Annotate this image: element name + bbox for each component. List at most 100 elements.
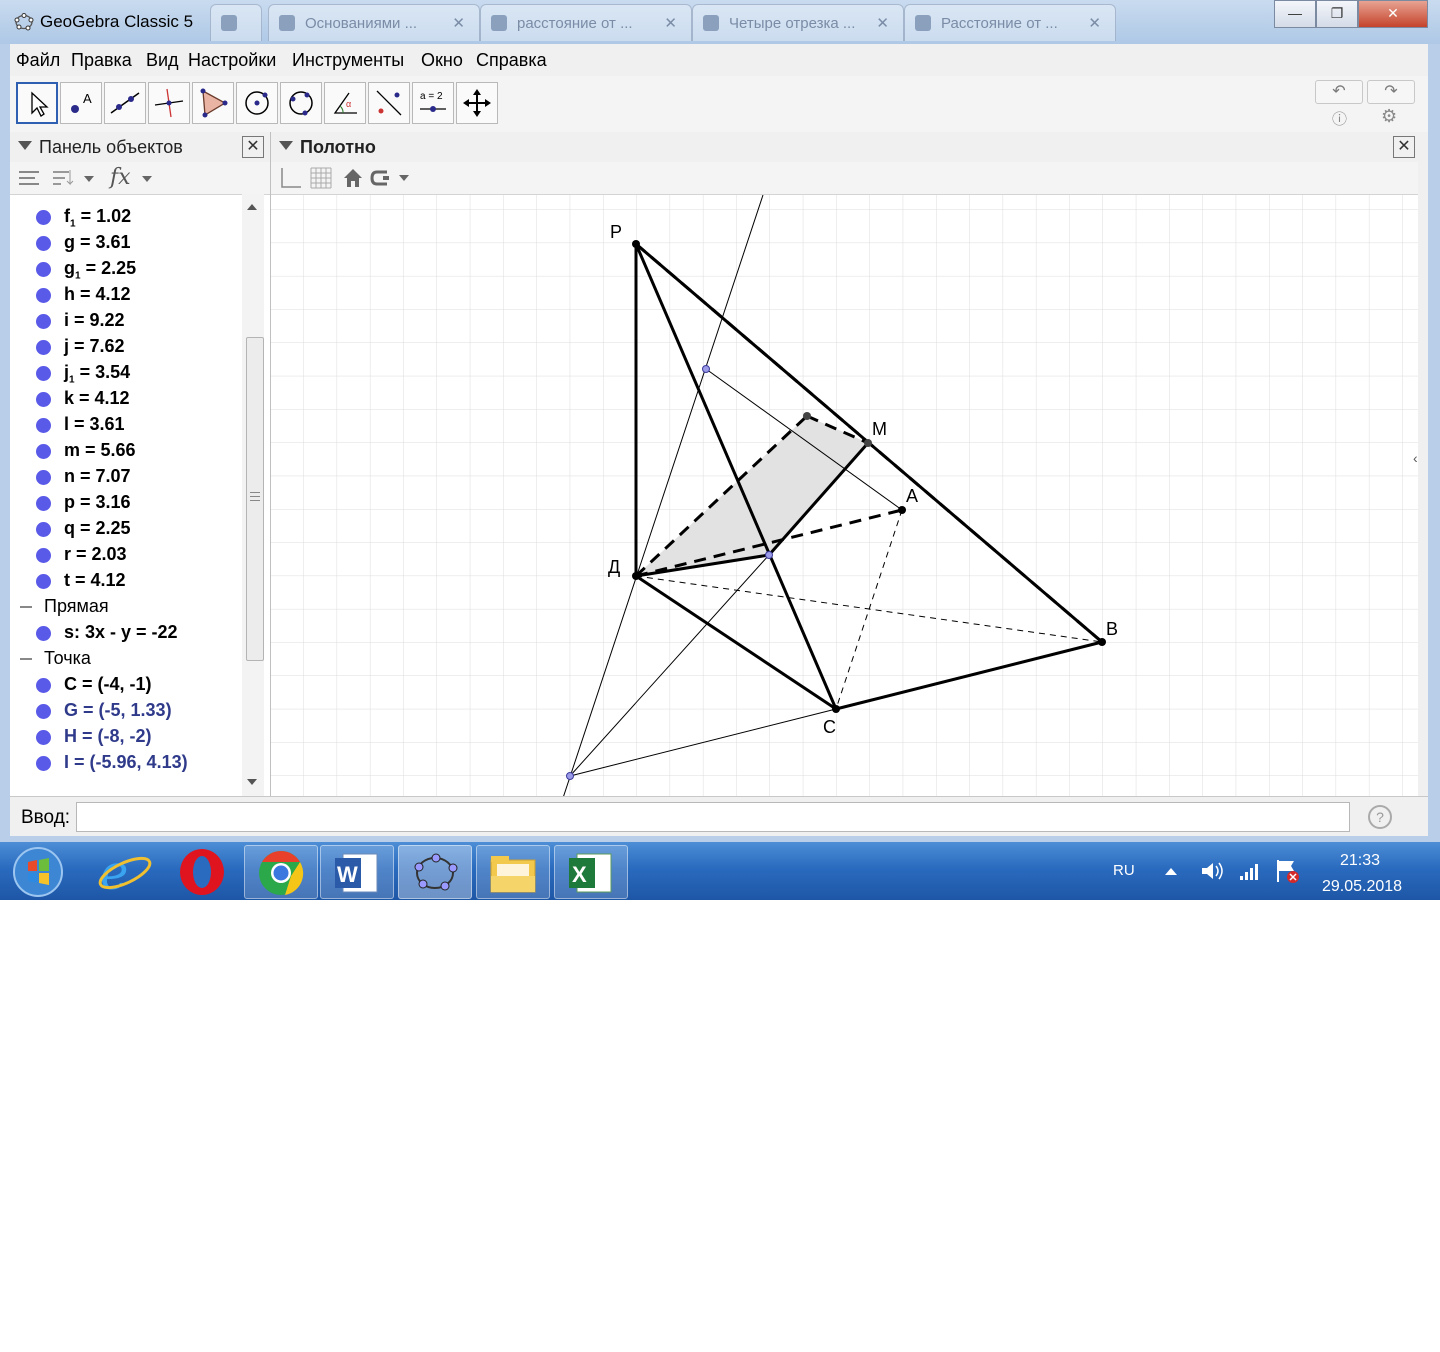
menu-window[interactable]: Окно <box>421 50 463 71</box>
visibility-toggle-icon[interactable] <box>36 340 51 355</box>
menu-edit[interactable]: Правка <box>71 50 132 71</box>
algebra-item[interactable]: s: 3x - y = -22 <box>10 620 242 646</box>
menu-file[interactable]: Файл <box>16 50 60 71</box>
close-panel-icon[interactable]: ✕ <box>242 136 264 158</box>
algebra-group[interactable]: Прямая <box>10 594 242 620</box>
sort-icon[interactable] <box>52 168 96 188</box>
menu-tools[interactable]: Инструменты <box>292 50 404 71</box>
visibility-toggle-icon[interactable] <box>36 288 51 303</box>
point-b[interactable] <box>1098 638 1106 646</box>
visibility-toggle-icon[interactable] <box>36 756 51 771</box>
menu-settings[interactable]: Настройки <box>188 50 276 71</box>
input-help-icon[interactable]: ? <box>1368 805 1392 829</box>
visibility-toggle-icon[interactable] <box>36 730 51 745</box>
visibility-toggle-icon[interactable] <box>36 236 51 251</box>
line-tool-button[interactable] <box>104 82 146 124</box>
algebra-item[interactable]: H = (-8, -2) <box>10 724 242 750</box>
redo-button[interactable]: ↷ <box>1367 80 1415 104</box>
visibility-toggle-icon[interactable] <box>36 366 51 381</box>
browser-tab-3[interactable]: Четыре отрезка ... ✕ <box>692 4 904 41</box>
point-tool-button[interactable]: A <box>60 82 102 124</box>
visibility-toggle-icon[interactable] <box>36 262 51 277</box>
axes-icon[interactable] <box>279 166 303 190</box>
algebra-item[interactable]: j = 7.62 <box>10 334 242 360</box>
algebra-item[interactable]: h = 4.12 <box>10 282 242 308</box>
graphics-canvas[interactable]: P M A Д B C <box>271 195 1418 796</box>
algebra-item[interactable]: C = (-4, -1) <box>10 672 242 698</box>
algebra-item[interactable]: i = 9.22 <box>10 308 242 334</box>
visibility-toggle-icon[interactable] <box>36 574 51 589</box>
perpendicular-tool-button[interactable] <box>148 82 190 124</box>
maximize-button[interactable]: ❐ <box>1316 0 1358 28</box>
browser-tab-4[interactable]: Расстояние от ... ✕ <box>904 4 1116 41</box>
visibility-toggle-icon[interactable] <box>36 496 51 511</box>
visibility-toggle-icon[interactable] <box>36 548 51 563</box>
minimize-button[interactable]: — <box>1274 0 1316 28</box>
language-indicator[interactable]: RU <box>1113 862 1135 879</box>
point-m[interactable] <box>864 439 872 447</box>
algebra-item[interactable]: k = 4.12 <box>10 386 242 412</box>
algebra-item[interactable]: G = (-5, 1.33) <box>10 698 242 724</box>
algebra-item[interactable]: m = 5.66 <box>10 438 242 464</box>
network-icon[interactable] <box>1238 860 1262 882</box>
algebra-item[interactable]: n = 7.07 <box>10 464 242 490</box>
tab-blank[interactable] <box>210 4 262 41</box>
visibility-toggle-icon[interactable] <box>36 704 51 719</box>
algebra-item[interactable]: I = (-5.96, 4.13) <box>10 750 242 776</box>
taskbar-excel[interactable]: X <box>554 845 628 899</box>
algebra-item[interactable]: f1 = 1.02 <box>10 204 242 230</box>
slider-tool-button[interactable]: a = 2 <box>412 82 454 124</box>
clock-date[interactable]: 29.05.2018 <box>1322 878 1402 896</box>
point-capturing-icon[interactable] <box>369 166 417 190</box>
algebra-group[interactable]: Точка <box>10 646 242 672</box>
visibility-toggle-icon[interactable] <box>36 626 51 641</box>
action-center-flag-icon[interactable] <box>1274 858 1300 884</box>
point-c[interactable] <box>832 705 840 713</box>
sidebar-toggle-strip[interactable]: ‹ <box>1413 132 1428 796</box>
algebra-item[interactable]: g = 3.61 <box>10 230 242 256</box>
angle-tool-button[interactable]: α <box>324 82 366 124</box>
taskbar-internet-explorer[interactable]: e <box>88 845 160 901</box>
algebra-item[interactable]: p = 3.16 <box>10 490 242 516</box>
taskbar-geogebra[interactable] <box>398 845 472 899</box>
browser-tab-1[interactable]: Основаниями ... ✕ <box>268 4 480 41</box>
triangle-down-icon[interactable] <box>279 141 293 150</box>
move-view-tool-button[interactable] <box>456 82 498 124</box>
grid-icon[interactable] <box>309 166 333 190</box>
visibility-toggle-icon[interactable] <box>36 392 51 407</box>
reflect-tool-button[interactable] <box>368 82 410 124</box>
help-icon[interactable]: ⓘ <box>1332 108 1347 129</box>
visibility-toggle-icon[interactable] <box>36 470 51 485</box>
triangle-down-icon[interactable] <box>18 141 32 150</box>
taskbar-word[interactable]: W <box>320 845 394 899</box>
point-d[interactable] <box>632 572 640 580</box>
home-icon[interactable] <box>341 166 365 190</box>
scroll-down-icon[interactable] <box>247 779 257 785</box>
undo-button[interactable]: ↶ <box>1315 80 1363 104</box>
taskbar-explorer[interactable] <box>476 845 550 899</box>
fx-icon[interactable]: fx <box>108 164 156 190</box>
point-i[interactable] <box>566 772 574 780</box>
algebra-item[interactable]: r = 2.03 <box>10 542 242 568</box>
conic-tool-button[interactable] <box>280 82 322 124</box>
input-field[interactable] <box>76 802 1350 832</box>
menu-view[interactable]: Вид <box>146 50 179 71</box>
circle-tool-button[interactable] <box>236 82 278 124</box>
clock-time[interactable]: 21:33 <box>1340 852 1380 870</box>
visibility-toggle-icon[interactable] <box>36 444 51 459</box>
algebra-item[interactable]: t = 4.12 <box>10 568 242 594</box>
point-g[interactable] <box>702 365 710 373</box>
auxiliary-objects-icon[interactable] <box>18 168 40 188</box>
point-a[interactable] <box>898 506 906 514</box>
start-button[interactable] <box>6 845 72 897</box>
algebra-item[interactable]: q = 2.25 <box>10 516 242 542</box>
algebra-item[interactable]: l = 3.61 <box>10 412 242 438</box>
algebra-item[interactable]: j1 = 3.54 <box>10 360 242 386</box>
visibility-toggle-icon[interactable] <box>36 522 51 537</box>
taskbar-chrome[interactable] <box>244 845 318 899</box>
visibility-toggle-icon[interactable] <box>36 678 51 693</box>
point-p[interactable] <box>632 240 640 248</box>
point-section[interactable] <box>803 412 811 420</box>
polygon-tool-button[interactable] <box>192 82 234 124</box>
algebra-item[interactable]: g1 = 2.25 <box>10 256 242 282</box>
